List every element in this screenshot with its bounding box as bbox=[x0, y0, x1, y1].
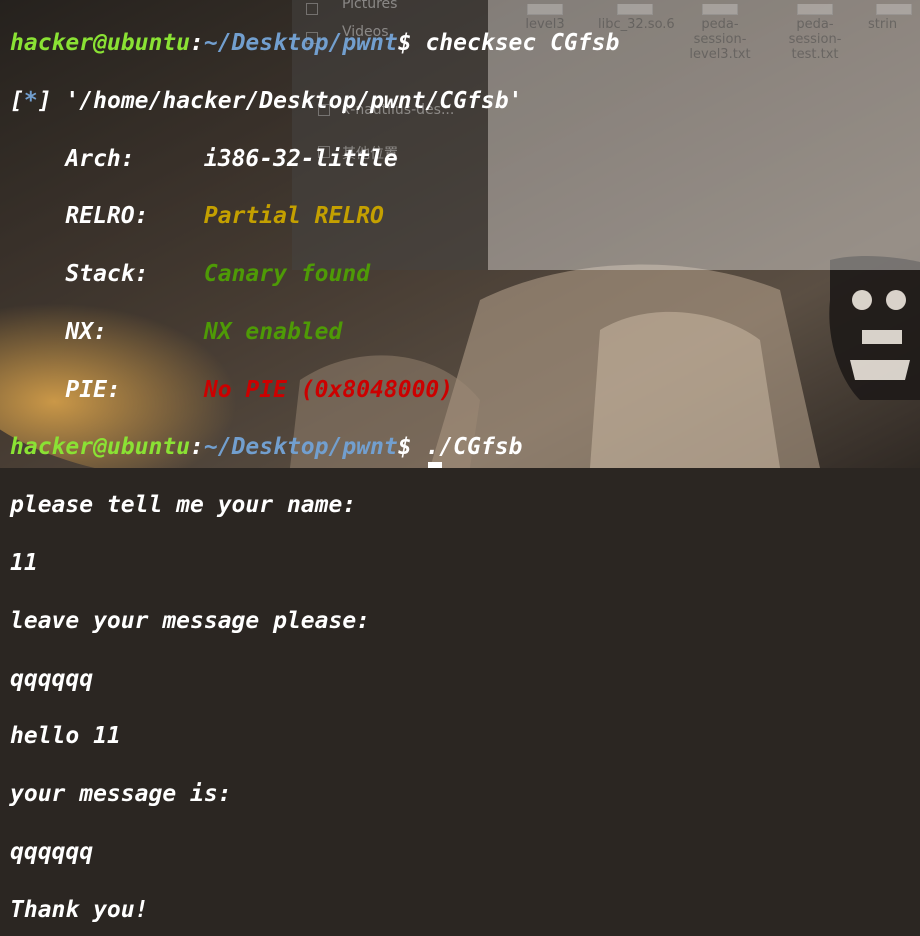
output-line: qqqqqq bbox=[10, 665, 94, 692]
checksec-file-path: '/home/hacker/Desktop/pwnt/CGfsb' bbox=[51, 87, 523, 114]
stack-value: Canary found bbox=[203, 261, 371, 288]
prompt-line-run: hacker@ubuntu:~/Desktop/pwnt$ ./CGfsb bbox=[10, 433, 920, 462]
prompt-path: ~/Desktop/pwnt bbox=[203, 434, 398, 461]
output-line: 11 bbox=[10, 550, 38, 577]
checksec-pie-line: PIE: No PIE (0x8048000) bbox=[10, 376, 920, 405]
prompt-path: ~/Desktop/pwnt bbox=[203, 29, 398, 56]
output-line: hello 11 bbox=[10, 723, 121, 750]
arch-label: Arch: bbox=[10, 145, 204, 172]
checksec-stack-line: Stack: Canary found bbox=[10, 260, 920, 289]
arch-value: i386-32-little bbox=[203, 145, 398, 172]
terminal-cursor bbox=[428, 462, 442, 468]
output-line: please tell me your name: bbox=[10, 492, 357, 519]
pie-value: No PIE (0x8048000) bbox=[203, 376, 454, 403]
prompt-user: hacker@ubuntu bbox=[10, 29, 191, 56]
checksec-nx-line: NX: NX enabled bbox=[10, 318, 920, 347]
output-line: qqqqqq bbox=[10, 839, 94, 866]
pie-label: PIE: bbox=[10, 376, 204, 403]
checksec-arch-line: Arch: i386-32-little bbox=[10, 145, 920, 174]
command-text: ./CGfsb bbox=[425, 434, 523, 461]
prompt-dollar: $ bbox=[397, 29, 426, 56]
info-star: * bbox=[23, 87, 38, 114]
nx-value: NX enabled bbox=[203, 318, 343, 345]
nx-label: NX: bbox=[10, 318, 204, 345]
prompt-colon: : bbox=[190, 434, 204, 461]
terminal-output[interactable]: hacker@ubuntu:~/Desktop/pwnt$ checksec C… bbox=[0, 0, 920, 923]
command-text: checksec CGfsb bbox=[425, 29, 620, 56]
checksec-relro-line: RELRO: Partial RELRO bbox=[10, 202, 920, 231]
prompt-colon: : bbox=[190, 29, 204, 56]
checksec-file-line: [*] '/home/hacker/Desktop/pwnt/CGfsb' bbox=[10, 87, 523, 114]
relro-label: RELRO: bbox=[10, 203, 204, 230]
stack-label: Stack: bbox=[10, 261, 204, 288]
output-line: leave your message please: bbox=[10, 607, 371, 634]
prompt-user: hacker@ubuntu bbox=[10, 434, 191, 461]
output-line: your message is: bbox=[10, 781, 232, 808]
relro-value: Partial RELRO bbox=[203, 203, 384, 230]
prompt-line-checksec: hacker@ubuntu:~/Desktop/pwnt$ checksec C… bbox=[10, 29, 920, 58]
output-line: Thank you! bbox=[10, 896, 149, 923]
prompt-dollar: $ bbox=[397, 434, 426, 461]
